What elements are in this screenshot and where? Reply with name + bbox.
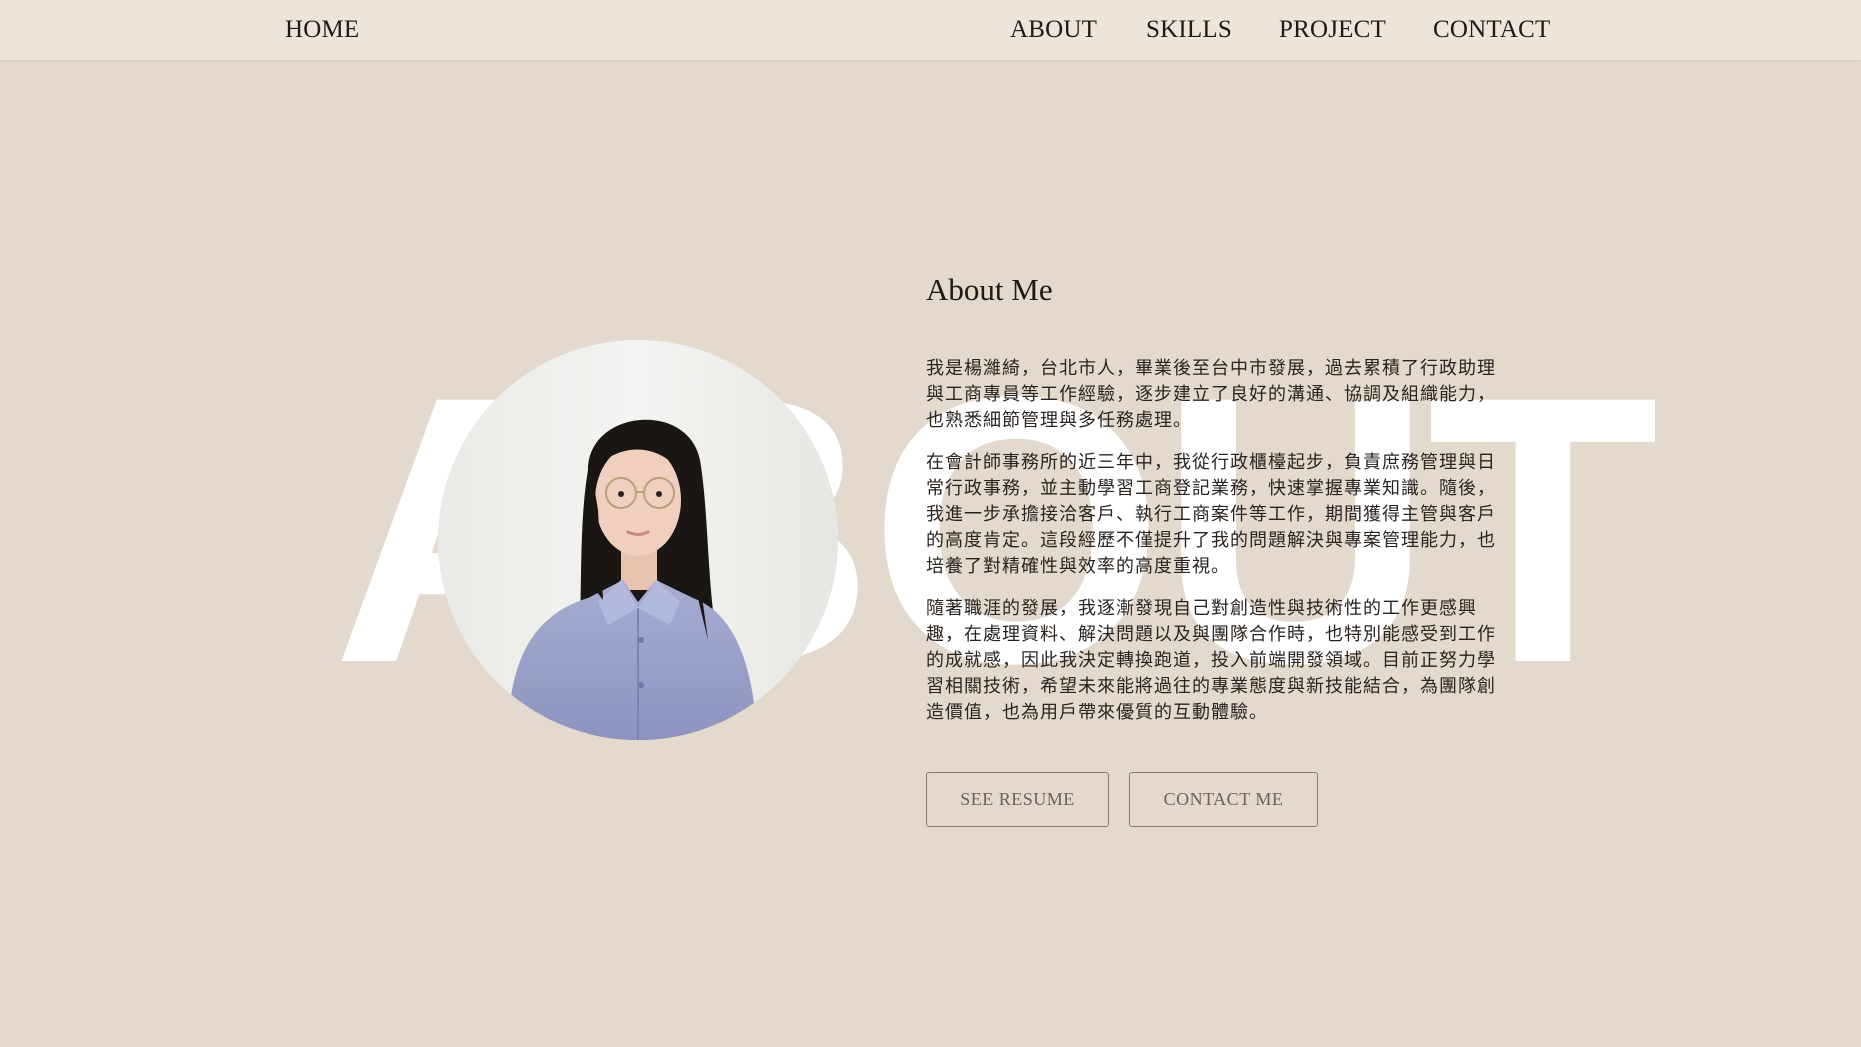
- nav-skills-link[interactable]: SKILLS: [1146, 14, 1232, 46]
- nav-project-link[interactable]: PROJECT: [1279, 14, 1386, 46]
- top-navbar: HOME ABOUT SKILLS PROJECT CONTACT: [0, 0, 1861, 60]
- about-paragraph: 我是楊濰綺，台北市人，畢業後至台中市發展，過去累積了行政助理與工商專員等工作經驗…: [926, 358, 1496, 431]
- nav-contact-link[interactable]: CONTACT: [1433, 14, 1550, 46]
- about-paragraph: 在會計師事務所的近三年中，我從行政櫃檯起步，負責庶務管理與日常行政事務，並主動學…: [926, 452, 1496, 577]
- about-paragraph: 隨著職涯的發展，我逐漸發現自己對創造性與技術性的工作更感興趣，在處理資料、解決問…: [926, 598, 1496, 723]
- nav-about-link[interactable]: ABOUT: [1010, 14, 1097, 46]
- contact-me-button[interactable]: CONTACT ME: [1129, 772, 1318, 827]
- about-me-description: 我是楊濰綺，台北市人，畢業後至台中市發展，過去累積了行政助理與工商專員等工作經驗…: [926, 356, 1506, 742]
- about-me-heading: About Me: [926, 272, 1053, 307]
- profile-photo: [438, 340, 838, 740]
- see-resume-button[interactable]: SEE RESUME: [926, 772, 1109, 827]
- nav-home-link[interactable]: HOME: [285, 14, 359, 46]
